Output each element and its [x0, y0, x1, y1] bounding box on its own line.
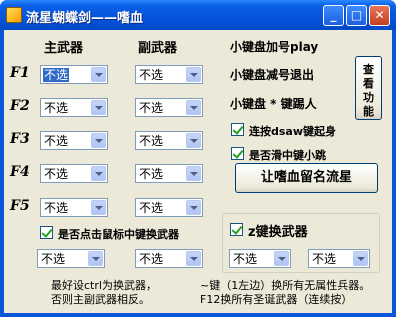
- chevron-down-icon[interactable]: [91, 133, 106, 148]
- maximize-button[interactable]: □: [346, 5, 367, 26]
- f2-primary-value: 不选: [44, 101, 69, 115]
- f1-primary-value: 不选: [43, 68, 70, 82]
- f3-primary-select[interactable]: 不选: [40, 131, 108, 150]
- z-switch-right-select[interactable]: 不选: [308, 249, 370, 268]
- f5-label: F5: [10, 198, 30, 214]
- f2-secondary-select[interactable]: 不选: [135, 98, 203, 117]
- note-left-line2: 否则主副武器相反。: [51, 293, 150, 306]
- z-switch-left-value: 不选: [233, 252, 258, 266]
- f3-primary-value: 不选: [44, 134, 69, 148]
- chevron-down-icon[interactable]: [186, 166, 201, 181]
- f3-label: F3: [10, 131, 30, 147]
- view-button-char: 功: [363, 91, 374, 104]
- mouse-switch-right-select[interactable]: 不选: [135, 249, 203, 268]
- chevron-down-icon[interactable]: [186, 100, 201, 115]
- chevron-down-icon[interactable]: [186, 200, 201, 215]
- f4-secondary-select[interactable]: 不选: [135, 164, 203, 183]
- z-switch-checkbox[interactable]: [230, 223, 243, 236]
- chevron-down-icon[interactable]: [186, 251, 201, 266]
- f2-secondary-value: 不选: [139, 101, 164, 115]
- f4-secondary-value: 不选: [139, 167, 164, 181]
- numpad-plus-label: 小键盘加号play: [230, 40, 319, 54]
- chevron-down-icon[interactable]: [91, 166, 106, 181]
- f3-secondary-select[interactable]: 不选: [135, 131, 203, 150]
- numpad-minus-label: 小键盘减号退出: [230, 68, 315, 82]
- f1-secondary-select[interactable]: 不选: [135, 65, 203, 84]
- f5-primary-value: 不选: [44, 201, 69, 215]
- dsaw-checkbox[interactable]: [231, 123, 244, 136]
- f4-primary-select[interactable]: 不选: [40, 164, 108, 183]
- chevron-down-icon[interactable]: [88, 251, 103, 266]
- window-bottom-border: [0, 313, 396, 317]
- chevron-down-icon[interactable]: [274, 251, 289, 266]
- main-window: 流星蝴蝶剑——嗜血 _ □ ✕ 主武器 副武器 F1 不选 不选 F2 不选 不…: [0, 0, 396, 317]
- f5-primary-select[interactable]: 不选: [40, 198, 108, 217]
- window-title: 流星蝴蝶剑——嗜血: [26, 11, 144, 26]
- sign-name-button[interactable]: 让嗜血留名流星: [235, 163, 378, 193]
- view-button-char: 看: [363, 77, 374, 90]
- chevron-down-icon[interactable]: [91, 200, 106, 215]
- f2-label: F2: [10, 98, 30, 114]
- f1-primary-select[interactable]: 不选: [40, 65, 108, 84]
- mid-button-hop-checkbox[interactable]: [231, 147, 244, 160]
- note-right-line2: F12换所有圣诞武器（连续按）: [200, 293, 353, 306]
- chevron-down-icon[interactable]: [91, 67, 106, 82]
- f5-secondary-value: 不选: [139, 201, 164, 215]
- app-icon: [6, 7, 22, 23]
- view-features-button[interactable]: 查 看 功 能: [355, 56, 382, 120]
- minimize-button[interactable]: _: [323, 5, 344, 26]
- primary-weapon-header: 主武器: [44, 41, 84, 56]
- chevron-down-icon[interactable]: [186, 133, 201, 148]
- dsaw-label: 连按dsaw键起身: [249, 125, 337, 138]
- secondary-weapon-header: 副武器: [138, 41, 178, 56]
- chevron-down-icon[interactable]: [353, 251, 368, 266]
- client-area: 主武器 副武器 F1 不选 不选 F2 不选 不选 F3 不选 不选 F4 不选…: [4, 30, 392, 313]
- mid-button-hop-label: 是否滑中键小跳: [249, 149, 326, 162]
- z-switch-right-value: 不选: [312, 252, 337, 266]
- f2-primary-select[interactable]: 不选: [40, 98, 108, 117]
- mouse-middle-switch-label: 是否点击鼠标中键换武器: [58, 228, 179, 241]
- chevron-down-icon[interactable]: [91, 100, 106, 115]
- view-button-char: 查: [363, 63, 374, 76]
- f4-label: F4: [10, 164, 30, 180]
- mouse-switch-left-value: 不选: [41, 252, 66, 266]
- mouse-middle-switch-checkbox[interactable]: [40, 226, 53, 239]
- chevron-down-icon[interactable]: [186, 67, 201, 82]
- f4-primary-value: 不选: [44, 167, 69, 181]
- mouse-switch-left-select[interactable]: 不选: [37, 249, 105, 268]
- mouse-switch-right-value: 不选: [139, 252, 164, 266]
- z-switch-label: z键换武器: [248, 225, 308, 240]
- numpad-star-label: 小键盘 * 键踢人: [230, 97, 317, 111]
- view-button-char: 能: [363, 105, 374, 118]
- f1-label: F1: [10, 65, 30, 81]
- f1-secondary-value: 不选: [139, 68, 164, 82]
- f5-secondary-select[interactable]: 不选: [135, 198, 203, 217]
- close-button[interactable]: ✕: [369, 5, 390, 26]
- title-bar[interactable]: 流星蝴蝶剑——嗜血 _ □ ✕: [0, 0, 396, 30]
- f3-secondary-value: 不选: [139, 134, 164, 148]
- z-switch-left-select[interactable]: 不选: [229, 249, 291, 268]
